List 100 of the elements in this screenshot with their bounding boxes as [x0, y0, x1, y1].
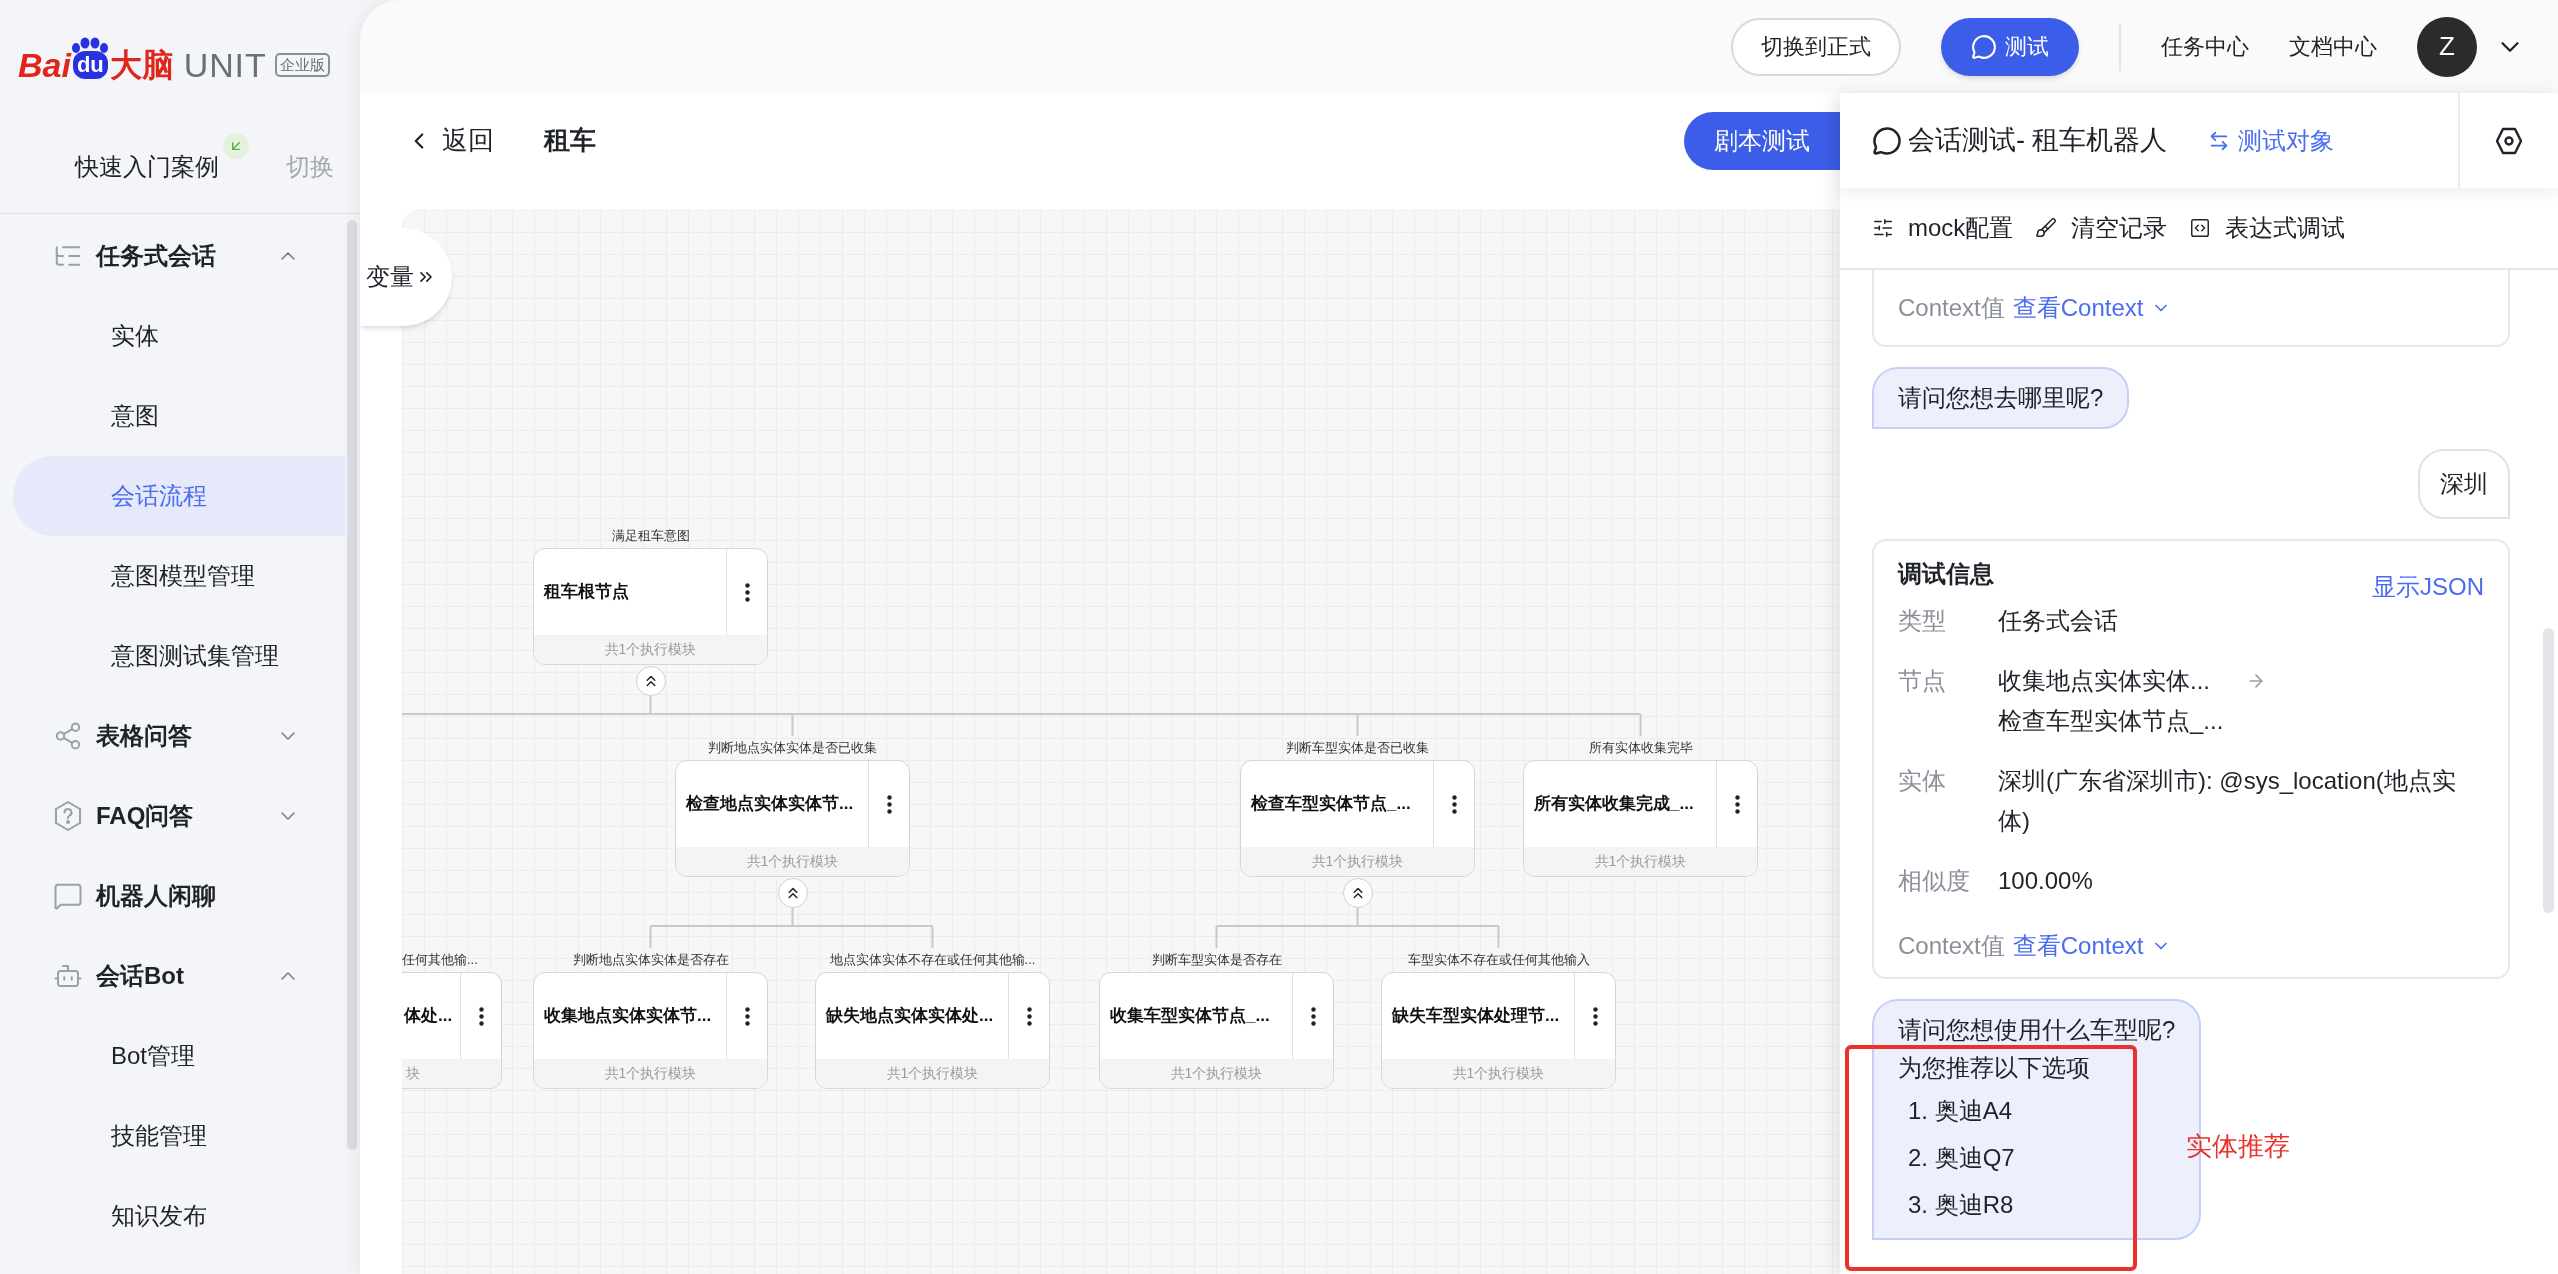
- show-json-link[interactable]: 显示JSON: [2372, 569, 2484, 605]
- flow-node[interactable]: 所有实体收集完成_... 共1个执行模块: [1523, 760, 1758, 877]
- nav-item[interactable]: Bot管理: [13, 1016, 345, 1096]
- condition-label: 车型实体不存在或任何其他输入: [1406, 951, 1591, 969]
- field-label: 节点: [1898, 666, 1947, 696]
- nav-item[interactable]: 实体: [13, 296, 345, 376]
- flow-node[interactable]: 收集车型实体节点_... 共1个执行模块: [1099, 972, 1334, 1089]
- context-link[interactable]: 查看Context: [2012, 289, 2172, 326]
- back-button[interactable]: 返回: [406, 121, 494, 160]
- field-value: 100.00%: [1998, 866, 2093, 896]
- logo-text: Bai: [18, 48, 71, 82]
- field-value: 检查车型实体节点_...: [1998, 706, 2224, 736]
- kebab-icon: [478, 1006, 484, 1026]
- help-icon: [53, 800, 83, 832]
- paw-icon: [70, 37, 111, 53]
- condition-label: 满足租车意图: [610, 527, 691, 545]
- kebab-icon: [1451, 794, 1457, 814]
- panel-title: 会话测试- 租车机器人: [1908, 124, 2168, 158]
- message-text: 请问您想去哪里呢?: [1898, 383, 2104, 413]
- toolbar-button[interactable]: 清空记录: [2035, 210, 2168, 246]
- condition-label: 所有实体收集完毕: [1587, 739, 1694, 757]
- chat-icon: [53, 881, 83, 911]
- collapse-button[interactable]: [635, 666, 666, 696]
- node-footer: 共1个执行模块: [816, 1059, 1049, 1088]
- node-footer: 块: [402, 1059, 501, 1088]
- context-link[interactable]: 查看Context: [2012, 928, 2172, 964]
- nav-item[interactable]: 意图测试集管理: [13, 616, 345, 696]
- option-item[interactable]: 1. 奥迪A4: [1898, 1087, 2176, 1134]
- flow-node[interactable]: 体处... 块: [402, 972, 502, 1089]
- node-footer: 共1个执行模块: [534, 1059, 767, 1088]
- nav-group[interactable]: 任务式会话: [13, 216, 345, 296]
- test-button[interactable]: 测试: [1941, 17, 2079, 76]
- scrollbar-thumb[interactable]: [347, 220, 357, 1150]
- node-title: 缺失车型实体处理节...: [1392, 1005, 1560, 1028]
- header-link[interactable]: 文档中心: [2289, 30, 2377, 63]
- kebab-icon: [886, 794, 892, 814]
- logo-text: UNIT: [183, 48, 267, 82]
- flow-node[interactable]: 缺失车型实体处理节... 共1个执行模块: [1381, 972, 1616, 1089]
- field-label: 类型: [1898, 606, 1947, 636]
- arrow-down-left-icon: [223, 132, 249, 159]
- field-label: 实体: [1898, 766, 1947, 796]
- brush-icon: [2035, 217, 2058, 239]
- condition-label: 判断地点实体实体是否已收集: [707, 739, 878, 757]
- nav-group[interactable]: FAQ问答: [13, 776, 345, 856]
- flow-node[interactable]: 租车根节点 共1个执行模块: [533, 548, 768, 665]
- field-value: 深圳(广东省深圳市): @sys_location(地点实体): [1998, 766, 2457, 836]
- flow-node[interactable]: 检查车型实体节点_... 共1个执行模块: [1240, 760, 1475, 877]
- user-avatar[interactable]: Z: [2417, 16, 2477, 77]
- debug-title: 调试信息: [1898, 559, 1994, 589]
- script-test-button[interactable]: 剧本测试: [1684, 111, 1840, 170]
- message-text: 请问您想使用什么车型呢?: [1898, 1015, 2176, 1045]
- nav-group[interactable]: 表格问答: [13, 696, 345, 776]
- node-title: 体处...: [404, 1005, 453, 1028]
- collapse-button[interactable]: [1342, 878, 1373, 908]
- context-label: Context值: [1898, 931, 2005, 961]
- scrollbar-thumb[interactable]: [2543, 628, 2554, 913]
- condition-label: 任何其他输...: [402, 951, 478, 969]
- page-title: 租车: [544, 124, 596, 157]
- switch-button[interactable]: 切换到正式: [1731, 17, 1901, 76]
- toolbar-button[interactable]: 表达式调试: [2189, 210, 2346, 246]
- logo-text: 大脑: [109, 49, 174, 81]
- nav-group[interactable]: 会话Bot: [13, 936, 345, 1016]
- field-value: 任务式会话: [1998, 606, 2118, 636]
- nav-item[interactable]: 知识发布: [13, 1176, 345, 1256]
- context-label: Context值: [1898, 292, 2005, 323]
- kebab-icon: [1026, 1006, 1032, 1026]
- nav-item[interactable]: 会话流程: [13, 456, 345, 536]
- message-text: 为您推荐以下选项: [1898, 1053, 2091, 1083]
- field-value: 收集地点实体实体...: [1998, 666, 2210, 696]
- kebab-icon: [1734, 794, 1740, 814]
- message-text: 深圳: [2440, 470, 2488, 497]
- speech-bubble-icon: [1872, 125, 1902, 156]
- header-link[interactable]: 任务中心: [2161, 30, 2249, 63]
- variables-tab[interactable]: 变量: [360, 228, 452, 326]
- speech-bubble-icon: [1971, 33, 1997, 60]
- node-title: 检查地点实体实体节...: [686, 793, 854, 816]
- nav-group[interactable]: 机器人闲聊: [13, 856, 345, 936]
- condition-label: 判断车型实体是否存在: [1150, 951, 1283, 969]
- collapse-button[interactable]: [777, 878, 808, 908]
- node-title: 收集车型实体节点_...: [1110, 1005, 1270, 1028]
- node-footer: 共1个执行模块: [1524, 847, 1757, 876]
- flow-node[interactable]: 缺失地点实体实体处... 共1个执行模块: [815, 972, 1050, 1089]
- node-footer: 共1个执行模块: [676, 847, 909, 876]
- field-label: 相似度: [1898, 866, 1971, 896]
- flow-node[interactable]: 收集地点实体实体节... 共1个执行模块: [533, 972, 768, 1089]
- toolbar-button[interactable]: mock配置: [1872, 210, 2014, 246]
- nav-item[interactable]: 意图模型管理: [13, 536, 345, 616]
- nav-item[interactable]: 意图: [13, 376, 345, 456]
- annotation-label: 实体推荐: [2186, 1130, 2290, 1163]
- option-item[interactable]: 3. 奥迪R8: [1898, 1181, 2176, 1228]
- flow-node[interactable]: 检查地点实体实体节... 共1个执行模块: [675, 760, 910, 877]
- nodes-icon: [53, 721, 83, 751]
- kebab-icon: [744, 582, 750, 602]
- test-target-link[interactable]: 测试对象: [2207, 122, 2334, 159]
- nav-item[interactable]: 技能管理: [13, 1096, 345, 1176]
- node-footer: 共1个执行模块: [1100, 1059, 1333, 1088]
- kebab-icon: [744, 1006, 750, 1026]
- settings-icon[interactable]: [2494, 125, 2524, 156]
- option-item[interactable]: 2. 奥迪Q7: [1898, 1134, 2176, 1181]
- condition-label: 判断地点实体实体是否存在: [571, 951, 730, 969]
